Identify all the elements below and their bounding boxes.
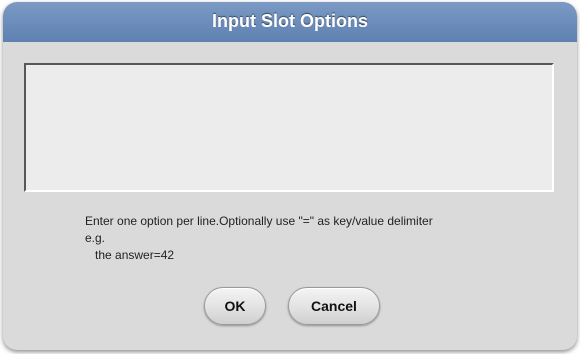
help-line-example-label: e.g. bbox=[85, 231, 106, 245]
input-slot-options-dialog: Input Slot Options Enter one option per … bbox=[3, 2, 577, 350]
help-line-example: the answer=42 bbox=[85, 248, 175, 262]
cancel-button[interactable]: Cancel bbox=[288, 287, 380, 325]
options-textarea[interactable] bbox=[24, 63, 554, 192]
dialog-titlebar[interactable]: Input Slot Options bbox=[3, 2, 577, 42]
help-line-instructions: Enter one option per line.Optionally use… bbox=[85, 214, 433, 228]
dialog-title: Input Slot Options bbox=[212, 11, 368, 31]
help-text: Enter one option per line.Optionally use… bbox=[85, 213, 433, 264]
ok-button[interactable]: OK bbox=[204, 287, 266, 325]
